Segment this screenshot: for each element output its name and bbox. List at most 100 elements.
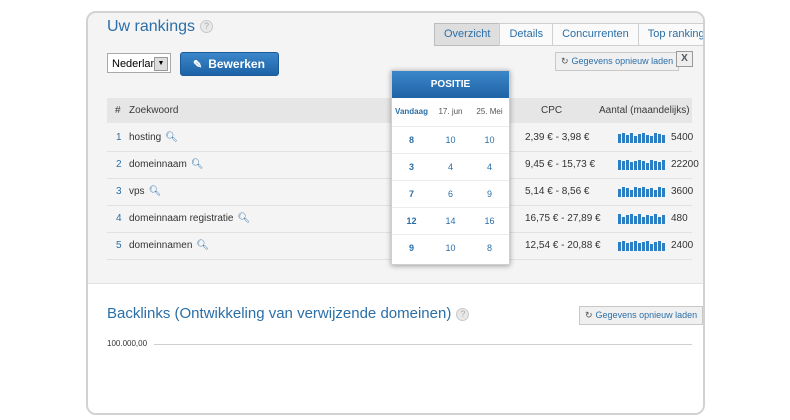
sparkline-bar (634, 216, 637, 224)
row-keyword-cell: hosting 🔍︎ (129, 125, 178, 151)
position-row: 9 10 8 (392, 234, 509, 261)
sparkline-bar (654, 161, 657, 170)
sparkline-bar (662, 215, 665, 224)
row-keyword[interactable]: domeinnaam registratie (129, 213, 234, 224)
position-value[interactable]: 4 (470, 154, 509, 180)
help-icon[interactable]: ? (456, 307, 470, 321)
sparkline-bar (618, 160, 621, 170)
sparkline-bar (642, 217, 645, 224)
sparkline-bar (658, 217, 661, 224)
rankings-title-wrap: Uw rankings? (107, 18, 214, 36)
help-icon[interactable]: ? (200, 20, 214, 34)
row-cpc: 5,14 € - 8,56 € (525, 186, 590, 197)
row-index: 3 (116, 186, 122, 197)
backlinks-axis-label: 100.000,00 (107, 339, 148, 348)
country-select[interactable]: Nederland ▼ (107, 53, 171, 73)
position-value[interactable]: 8 (470, 235, 509, 261)
pencil-icon: ✎ (193, 59, 203, 71)
search-icon[interactable]: 🔍︎ (238, 213, 251, 224)
column-cpc[interactable]: CPC (541, 98, 562, 123)
position-value[interactable]: 10 (431, 235, 470, 261)
position-value[interactable]: 4 (431, 154, 470, 180)
tab-concurrenten[interactable]: Concurrenten (552, 23, 639, 46)
column-keyword[interactable]: Zoekwoord (129, 98, 178, 123)
position-popup-title: POSITIE (392, 71, 509, 98)
sparkline-bar (630, 190, 633, 197)
refresh-icon: ↻ (561, 56, 569, 66)
sparkline-bar (662, 188, 665, 197)
sparkline-bar (630, 242, 633, 251)
row-keyword-cell: vps 🔍︎ (129, 179, 161, 205)
sparkline-bar (618, 214, 621, 224)
position-value[interactable]: 16 (470, 208, 509, 234)
row-cpc: 9,45 € - 15,73 € (525, 159, 596, 170)
column-volume[interactable]: Aantal (maandelijks) (599, 98, 690, 123)
chevron-down-icon[interactable]: ▼ (154, 57, 168, 71)
position-popup-header: Vandaag 17. jun 25. Mei (392, 98, 509, 126)
reload-button[interactable]: ↻ Gegevens opnieuw laden (555, 52, 680, 71)
row-keyword-cell: domeinnaam registratie 🔍︎ (129, 206, 250, 232)
search-icon[interactable]: 🔍︎ (149, 186, 162, 197)
row-index: 1 (116, 132, 122, 143)
row-cpc: 2,39 € - 3,98 € (525, 132, 590, 143)
sparkline-bar (642, 187, 645, 197)
position-popup: POSITIE Vandaag 17. jun 25. Mei 8 10 10 … (391, 70, 510, 265)
search-icon[interactable]: 🔍︎ (196, 240, 209, 251)
position-today[interactable]: 3 (392, 154, 431, 180)
sparkline-bar (626, 135, 629, 143)
position-today[interactable]: 9 (392, 235, 431, 261)
row-keyword[interactable]: hosting (129, 132, 161, 143)
row-cpc: 12,54 € - 20,88 € (525, 240, 601, 251)
position-today[interactable]: 7 (392, 181, 431, 207)
sparkline-bar (646, 189, 649, 197)
row-keyword[interactable]: domeinnamen (129, 240, 192, 251)
row-keyword[interactable]: domeinnaam (129, 159, 187, 170)
row-index: 4 (116, 213, 122, 224)
sparkline-bar (650, 160, 653, 170)
sparkline-bar (658, 241, 661, 251)
backlinks-title-wrap: Backlinks (Ontwikkeling van verwijzende … (107, 305, 470, 322)
row-cpc: 16,75 € - 27,89 € (525, 213, 601, 224)
sparkline-bar (662, 135, 665, 143)
sparkline-bar (650, 244, 653, 251)
sparkline-bar (642, 161, 645, 170)
backlinks-reload-label: Gegevens opnieuw laden (595, 310, 698, 320)
sparkline-bar (626, 243, 629, 251)
backlinks-reload-button[interactable]: ↻ Gegevens opnieuw laden (579, 306, 703, 325)
sparkline-bar (638, 214, 641, 224)
row-index: 2 (116, 159, 122, 170)
position-value[interactable]: 10 (470, 127, 509, 153)
position-value[interactable]: 14 (431, 208, 470, 234)
sparkline-bar (630, 214, 633, 224)
sparkline-bar (638, 160, 641, 170)
position-col-today: Vandaag (395, 107, 428, 116)
edit-button[interactable]: ✎ Bewerken (180, 52, 279, 76)
sparkline-bar (622, 241, 625, 251)
position-value[interactable]: 10 (431, 127, 470, 153)
position-row: 3 4 4 (392, 153, 509, 180)
position-today[interactable]: 8 (392, 127, 431, 153)
search-icon[interactable]: 🔍︎ (165, 132, 178, 143)
sparkline-bar (626, 160, 629, 170)
position-row: 12 14 16 (392, 207, 509, 234)
sparkline-bar (634, 241, 637, 251)
volume-sparkline (618, 186, 667, 197)
sparkline-bar (634, 161, 637, 170)
search-icon[interactable]: 🔍︎ (191, 159, 204, 170)
row-keyword[interactable]: vps (129, 186, 145, 197)
position-value[interactable]: 9 (470, 181, 509, 207)
tab-details[interactable]: Details (499, 23, 554, 46)
rankings-tabs: Overzicht Details Concurrenten Top ranki… (434, 23, 703, 46)
sparkline-bar (650, 216, 653, 224)
row-volume: 5400 (671, 132, 694, 143)
volume-sparkline (618, 240, 667, 251)
position-today[interactable]: 12 (392, 208, 431, 234)
position-value[interactable]: 6 (431, 181, 470, 207)
volume-sparkline (618, 213, 667, 224)
row-volume: 2400 (671, 240, 694, 251)
sparkline-bar (642, 242, 645, 251)
excel-icon[interactable]: X (676, 51, 693, 67)
sparkline-bar (646, 163, 649, 170)
tab-overzicht[interactable]: Overzicht (434, 23, 501, 46)
tab-top-rankings[interactable]: Top rankings (637, 23, 703, 46)
